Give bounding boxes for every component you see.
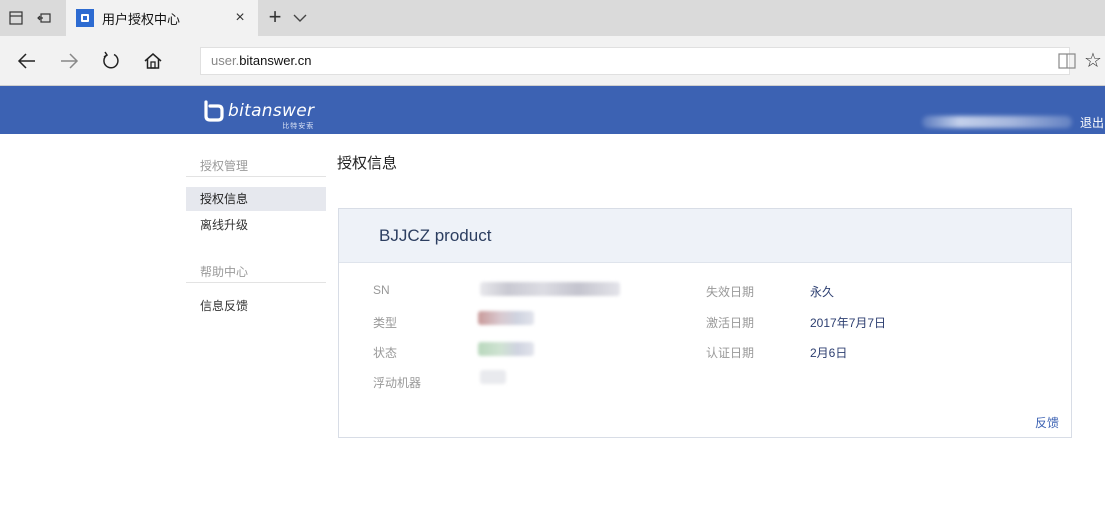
address-bar[interactable]: user.bitanswer.cn bbox=[200, 47, 1070, 75]
logout-link[interactable]: 退出 bbox=[1080, 114, 1104, 131]
browser-tab-bar: 用户授权中心 × + bbox=[0, 0, 1105, 36]
floating-machines-value-redacted bbox=[480, 370, 506, 384]
logo-subtext: 比特安索 bbox=[282, 122, 315, 130]
site-favicon-icon bbox=[76, 9, 94, 27]
username-redacted bbox=[922, 116, 1072, 128]
activation-date-value: 2017年7月7日 bbox=[810, 316, 887, 330]
logo-mark-icon bbox=[204, 100, 224, 122]
tab-preview-icon[interactable] bbox=[6, 8, 26, 28]
sidebar-item-offline-upgrade[interactable]: 离线升级 bbox=[186, 213, 326, 237]
field-label-status: 状态 bbox=[373, 346, 398, 360]
field-label-sn: SN bbox=[373, 283, 390, 297]
type-value-redacted bbox=[478, 311, 534, 325]
set-tabs-aside-icon-glyph bbox=[37, 13, 51, 23]
sn-value-redacted bbox=[480, 282, 620, 296]
bitanswer-logo[interactable]: bitanswer 比特安索 bbox=[200, 96, 315, 130]
field-label-floating-machines: 浮动机器 bbox=[373, 376, 422, 390]
forward-icon[interactable] bbox=[56, 48, 82, 74]
browser-nav-bar: user.bitanswer.cn ☆ bbox=[0, 36, 1105, 86]
browser-tab-active[interactable]: 用户授权中心 × bbox=[66, 0, 258, 36]
feedback-link[interactable]: 反馈 bbox=[1035, 414, 1059, 431]
field-label-type: 类型 bbox=[373, 316, 398, 330]
reading-view-icon[interactable] bbox=[1058, 52, 1076, 70]
favorites-star-icon[interactable]: ☆ bbox=[1084, 50, 1105, 72]
sidebar-divider bbox=[186, 282, 326, 283]
new-tab-icon[interactable]: + bbox=[264, 6, 286, 28]
license-card-header: BJJCZ product bbox=[339, 209, 1071, 263]
set-tabs-aside-icon[interactable] bbox=[34, 8, 54, 28]
status-value-redacted bbox=[478, 342, 534, 356]
field-label-activation-date: 激活日期 bbox=[706, 316, 755, 330]
tab-list-chevron-icon[interactable] bbox=[290, 8, 310, 28]
license-card: BJJCZ product bbox=[338, 208, 1072, 438]
product-name: BJJCZ product bbox=[379, 226, 492, 245]
refresh-icon[interactable] bbox=[98, 48, 124, 74]
tab-preview-icon-glyph bbox=[9, 11, 23, 25]
sidebar-group-help-center: 帮助中心 bbox=[200, 265, 249, 279]
back-icon[interactable] bbox=[14, 48, 40, 74]
sidebar-item-feedback[interactable]: 信息反馈 bbox=[186, 294, 326, 318]
logo-text: bitanswer 比特安索 bbox=[228, 101, 315, 130]
expiry-date-value: 永久 bbox=[810, 285, 835, 299]
sidebar-divider bbox=[186, 176, 326, 177]
logo-wordmark: bitanswer bbox=[228, 101, 315, 121]
sidebar-group-license-management: 授权管理 bbox=[200, 159, 249, 173]
page-title: 授权信息 bbox=[337, 155, 398, 172]
tab-title: 用户授权中心 bbox=[102, 11, 181, 27]
auth-date-value: 2月6日 bbox=[810, 346, 848, 360]
home-icon[interactable] bbox=[140, 48, 166, 74]
field-label-auth-date: 认证日期 bbox=[706, 346, 755, 360]
url-domain: bitanswer.cn bbox=[239, 53, 312, 68]
close-tab-icon[interactable]: × bbox=[230, 8, 250, 28]
url-subdomain: user. bbox=[211, 53, 240, 68]
field-label-expiry-date: 失效日期 bbox=[706, 285, 755, 299]
sidebar-item-license-info[interactable]: 授权信息 bbox=[186, 187, 326, 211]
